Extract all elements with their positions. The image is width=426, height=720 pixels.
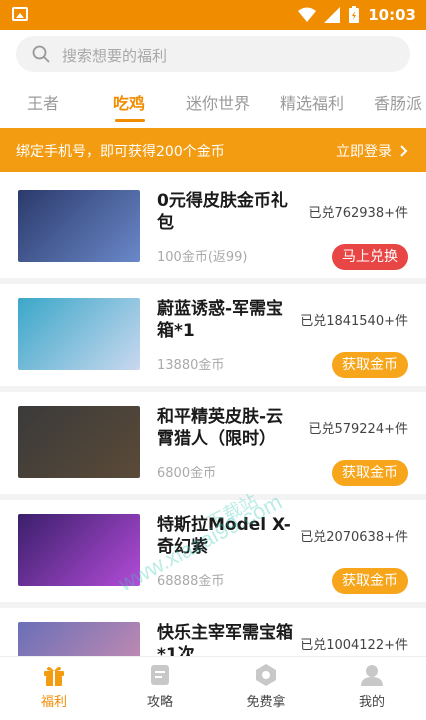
login-label: 立即登录 [336, 144, 392, 160]
tab-mini-world[interactable]: 迷你世界 [186, 90, 250, 114]
get-coins-button[interactable]: 获取金币 [332, 352, 408, 378]
nav-label: 攻略 [146, 695, 173, 710]
guide-icon [151, 665, 169, 685]
item-title: 0元得皮肤金币礼包 [157, 191, 288, 233]
item-thumbnail [18, 406, 140, 478]
wifi-icon [298, 7, 317, 22]
nav-label: 我的 [358, 695, 385, 710]
item-price: 6800金币 [157, 466, 217, 481]
list-item[interactable]: 蔚蓝诱惑-军需宝箱*1 13880金币 已兑1841540+件 获取金币 [0, 284, 426, 392]
get-coins-button[interactable]: 获取金币 [332, 568, 408, 594]
search-bar[interactable]: 搜索想要的福利 [16, 36, 410, 72]
item-price: 100金币(返99) [157, 250, 248, 265]
list-item[interactable]: 和平精英皮肤-云霄猎人（限时） 6800金币 已兑579224+件 获取金币 [0, 392, 426, 500]
nav-welfare[interactable]: 福利 [14, 661, 94, 717]
tab-chiji[interactable]: 吃鸡 [113, 90, 145, 114]
item-redeemed-count: 已兑762938+件 [308, 206, 408, 221]
search-icon [32, 45, 50, 63]
clock: 10:03 [368, 6, 416, 24]
get-coins-button[interactable]: 获取金币 [332, 460, 408, 486]
item-thumbnail [18, 190, 140, 262]
item-redeemed-count: 已兑2070638+件 [300, 530, 408, 545]
redeem-now-button[interactable]: 马上兑换 [332, 244, 408, 270]
free-icon [256, 664, 276, 686]
tab-featured[interactable]: 精选福利 [280, 90, 344, 114]
bottom-nav: 福利 攻略 免费拿 我的 [0, 656, 426, 720]
battery-icon [349, 6, 360, 23]
search-placeholder: 搜索想要的福利 [62, 47, 168, 65]
item-redeemed-count: 已兑579224+件 [308, 422, 408, 437]
item-title: 和平精英皮肤-云霄猎人（限时） [157, 407, 284, 449]
tab-wangzhe[interactable]: 王者 [27, 90, 59, 114]
signal-icon [324, 7, 341, 23]
item-thumbnail [18, 298, 140, 370]
nav-label: 福利 [40, 695, 67, 710]
tab-sausage[interactable]: 香肠派 [374, 90, 422, 114]
category-tabs: 王者 吃鸡 迷你世界 精选福利 香肠派 [0, 82, 426, 126]
banner-message: 绑定手机号，即可获得200个金币 [16, 144, 225, 160]
gift-icon [44, 666, 64, 686]
tab-active-indicator [115, 119, 145, 122]
item-price: 13880金币 [157, 358, 225, 373]
gallery-icon [12, 7, 28, 21]
reward-list: 0元得皮肤金币礼包 100金币(返99) 已兑762938+件 马上兑换 蔚蓝诱… [0, 176, 426, 716]
item-redeemed-count: 已兑1841540+件 [300, 314, 408, 329]
item-title: 蔚蓝诱惑-军需宝箱*1 [157, 299, 284, 341]
user-icon [361, 665, 383, 686]
nav-mine[interactable]: 我的 [332, 661, 412, 717]
list-item[interactable]: 0元得皮肤金币礼包 100金币(返99) 已兑762938+件 马上兑换 [0, 176, 426, 284]
login-link[interactable]: 立即登录 [336, 141, 408, 161]
chevron-right-icon [400, 145, 408, 157]
nav-guide[interactable]: 攻略 [120, 661, 200, 717]
nav-free[interactable]: 免费拿 [226, 661, 306, 717]
status-bar: 10:03 [0, 0, 426, 30]
nav-label: 免费拿 [246, 695, 286, 710]
bind-phone-banner[interactable]: 绑定手机号，即可获得200个金币 立即登录 [0, 128, 426, 172]
item-redeemed-count: 已兑1004122+件 [300, 638, 408, 653]
